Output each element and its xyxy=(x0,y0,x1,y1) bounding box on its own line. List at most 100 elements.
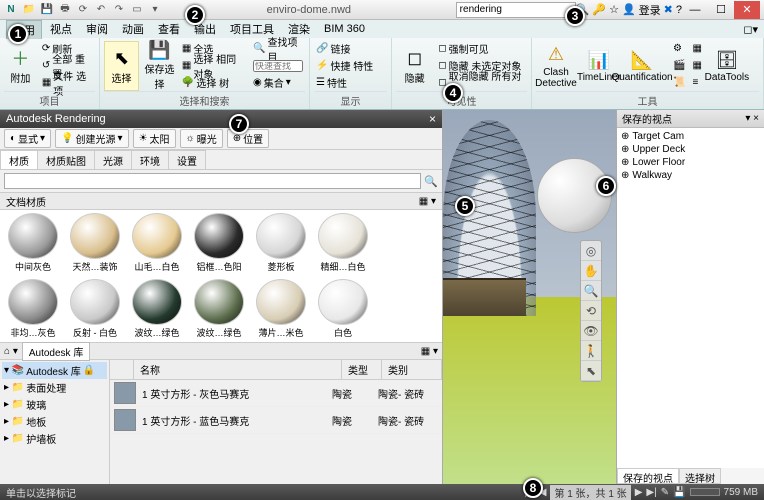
viewpoint-item[interactable]: ⊕ Walkway xyxy=(619,169,762,182)
clash-detective-button[interactable]: ⚠Clash Detective xyxy=(536,41,576,91)
look-icon[interactable]: 👁 xyxy=(581,321,601,341)
append-button[interactable]: ＋附加 xyxy=(4,41,37,91)
help-search-input[interactable] xyxy=(456,2,576,18)
rendering-panel-close-icon[interactable]: × xyxy=(429,112,436,126)
file-options-button[interactable]: ▦ 文件 选项 xyxy=(40,75,95,91)
disk-icon[interactable]: 💾 xyxy=(673,487,685,498)
properties-button[interactable]: ☰ 特性 xyxy=(314,75,375,91)
find-items-button[interactable]: 🔍 查找项目 xyxy=(251,41,305,57)
animator-button[interactable]: 🎬 xyxy=(671,58,687,74)
material-swatch[interactable]: 非均…灰色 xyxy=(3,279,63,339)
view-mode-icon[interactable]: ▦ ▾ xyxy=(419,196,436,207)
save-icon[interactable]: 💾 xyxy=(40,3,54,17)
autodesk-render-button[interactable]: ⚙ xyxy=(671,41,687,57)
table-row[interactable]: 1 英寸方形 - 蓝色马赛克陶瓷陶瓷- 瓷砖 xyxy=(110,407,442,434)
print-icon[interactable]: 🖶 xyxy=(58,3,72,17)
zoom-icon[interactable]: 🔍 xyxy=(581,281,601,301)
lib-breadcrumb[interactable]: Autodesk 库 xyxy=(22,342,90,361)
save-selection-button[interactable]: 💾保存选择 xyxy=(142,41,177,91)
sets-button[interactable]: ◉ 集合 ▾ xyxy=(251,75,305,91)
tree-node-floor[interactable]: ▸ 📁 地板 xyxy=(2,413,107,430)
material-swatch[interactable]: 铝框…色阳 xyxy=(189,213,249,273)
sheet-next-icon[interactable]: ▶ xyxy=(635,487,643,498)
material-swatch[interactable]: 精细…白色 xyxy=(313,213,373,273)
material-search-input[interactable] xyxy=(4,173,421,189)
material-swatch[interactable]: 波纹…绿色 xyxy=(127,279,187,339)
appearance-button[interactable]: ▦ xyxy=(690,41,703,57)
material-swatch[interactable]: 波纹…绿色 xyxy=(189,279,249,339)
steering-wheel-icon[interactable]: ◎ xyxy=(581,241,601,261)
create-light-button[interactable]: 💡 创建光源 ▾ xyxy=(55,129,128,148)
select-icon[interactable]: ▭ xyxy=(130,3,144,17)
compare-button[interactable]: ≡ xyxy=(690,75,703,91)
viewpoint-item[interactable]: ⊕ Target Cam xyxy=(619,130,762,143)
pencil-icon[interactable]: ✎ xyxy=(661,487,669,498)
tree-node-wall[interactable]: ▸ 📁 护墙板 xyxy=(2,430,107,447)
tab-materials[interactable]: 材质 xyxy=(0,150,38,169)
tab-environment[interactable]: 环境 xyxy=(131,150,169,169)
batch-button[interactable]: ▦ xyxy=(690,58,703,74)
star-icon[interactable]: ☆ xyxy=(609,3,619,16)
panel-options-icon[interactable]: ▾ × xyxy=(745,113,759,124)
ribbon-toggle-icon[interactable]: ◻▾ xyxy=(743,23,758,36)
minimize-button[interactable]: — xyxy=(682,1,708,19)
maximize-button[interactable]: ☐ xyxy=(708,1,734,19)
exchange-icon[interactable]: ✖ xyxy=(664,3,673,16)
col-name[interactable]: 名称 xyxy=(134,360,342,379)
col-type[interactable]: 类型 xyxy=(342,360,382,379)
qat-dropdown-icon[interactable]: ▾ xyxy=(148,3,162,17)
material-swatch[interactable]: 天然…装饰 xyxy=(65,213,125,273)
display-mode-button[interactable]: ◐ 显式 ▾ xyxy=(4,129,51,148)
viewpoint-item[interactable]: ⊕ Upper Deck xyxy=(619,143,762,156)
sun-button[interactable]: ☀ 太阳 xyxy=(133,129,176,148)
select-button[interactable]: ⬉选择 xyxy=(104,41,139,91)
select-same-button[interactable]: ▦ 选择 相同对象 xyxy=(180,58,248,74)
user-icon[interactable]: 👤 xyxy=(622,3,636,16)
pan-icon[interactable]: ✋ xyxy=(581,261,601,281)
links-button[interactable]: 🔗 链接 xyxy=(314,41,375,57)
tab-animation[interactable]: 动画 xyxy=(116,20,150,38)
login-link[interactable]: 登录 xyxy=(639,2,661,18)
tree-node-glass[interactable]: ▸ 📁 玻璃 xyxy=(2,396,107,413)
sheet-last-icon[interactable]: ▶| xyxy=(646,487,656,498)
tab-selection-tree[interactable]: 选择树 xyxy=(679,468,721,484)
col-category[interactable]: 类别 xyxy=(382,360,442,379)
redo-icon[interactable]: ↷ xyxy=(112,3,126,17)
undo-icon[interactable]: ↶ xyxy=(94,3,108,17)
exposure-button[interactable]: ☼ 曝光 xyxy=(180,129,223,148)
require-button[interactable]: ◻ 强制可见 xyxy=(436,41,527,57)
app-icon[interactable]: N xyxy=(4,3,18,17)
walk-icon[interactable]: 🚶 xyxy=(581,341,601,361)
tab-lighting[interactable]: 光源 xyxy=(94,150,132,169)
home-icon[interactable]: ⌂ ▾ xyxy=(4,346,18,357)
select-tool-icon[interactable]: ⬉ xyxy=(581,361,601,381)
tab-viewpoint[interactable]: 视点 xyxy=(44,20,78,38)
material-swatch[interactable]: 中间灰色 xyxy=(3,213,63,273)
key-icon[interactable]: 🔑 xyxy=(592,3,606,16)
viewcube[interactable] xyxy=(537,158,612,233)
material-swatch[interactable]: 薄片…米色 xyxy=(251,279,311,339)
tab-bim360[interactable]: BIM 360 xyxy=(318,22,371,36)
selection-tree-button[interactable]: 🌳 选择 树 xyxy=(180,75,248,91)
quick-props-button[interactable]: ⚡ 快捷 特性 xyxy=(314,58,375,74)
3d-viewport[interactable]: ◎ ✋ 🔍 ⟲ 👁 🚶 ⬉ xyxy=(443,110,616,484)
refresh-icon[interactable]: ⟳ xyxy=(76,3,90,17)
hide-button[interactable]: ◻隐藏 xyxy=(396,41,433,91)
close-button[interactable]: ✕ xyxy=(734,1,760,19)
viewpoint-item[interactable]: ⊕ Lower Floor xyxy=(619,156,762,169)
scripter-button[interactable]: 📜 xyxy=(671,75,687,91)
datatools-button[interactable]: 🗄DataTools xyxy=(707,41,747,91)
search-icon[interactable]: 🔍 xyxy=(424,175,438,188)
lib-view-icon[interactable]: ▦ ▾ xyxy=(421,346,438,357)
orbit-icon[interactable]: ⟲ xyxy=(581,301,601,321)
material-swatch[interactable]: 菱形板 xyxy=(251,213,311,273)
tab-view[interactable]: 查看 xyxy=(152,20,186,38)
tree-node-autodesk-lib[interactable]: ▾ 📚 Autodesk 库 🔒 xyxy=(2,362,107,379)
tab-saved-viewpoints[interactable]: 保存的视点 xyxy=(617,468,679,484)
tree-node-surface[interactable]: ▸ 📁 表面处理 xyxy=(2,379,107,396)
quick-find-input[interactable] xyxy=(251,58,305,74)
material-swatch[interactable]: 山毛…白色 xyxy=(127,213,187,273)
tab-settings[interactable]: 设置 xyxy=(168,150,206,169)
open-icon[interactable]: 📁 xyxy=(22,3,36,17)
table-row[interactable]: 1 英寸方形 - 灰色马赛克陶瓷陶瓷- 瓷砖 xyxy=(110,380,442,407)
